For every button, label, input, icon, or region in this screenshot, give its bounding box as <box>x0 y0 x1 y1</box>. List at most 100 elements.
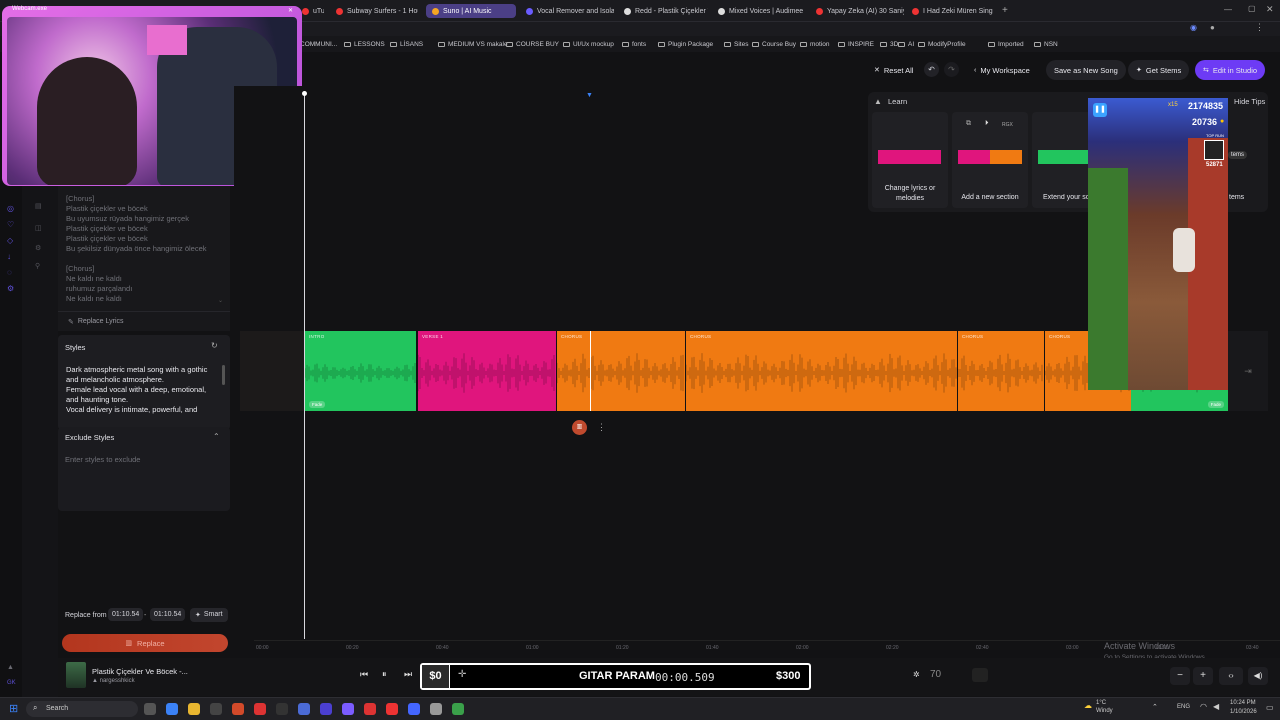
premiere-icon[interactable] <box>320 703 332 715</box>
clock-time[interactable]: 10:24 PM <box>1230 700 1256 706</box>
close-window-icon[interactable]: ✕ <box>1266 4 1274 15</box>
browser-tab[interactable]: Subway Surfers - 1 Hour G <box>330 4 418 18</box>
bookmark-item[interactable]: AI <box>898 36 914 52</box>
taskbar-search[interactable]: ⌕ Search <box>26 701 138 717</box>
replace-lyrics-button[interactable]: ✎ Replace Lyrics <box>58 311 230 331</box>
settings-dial-icon[interactable]: ✲ <box>913 670 920 679</box>
replace-mode-select[interactable]: ✦ Smart <box>190 608 228 622</box>
fade-tag[interactable]: Fade <box>309 401 326 408</box>
pin-tool-icon[interactable]: ⚲ <box>35 262 40 270</box>
aftereffects-icon[interactable] <box>342 703 354 715</box>
tray-chevron-icon[interactable]: ⌃ <box>1152 703 1158 711</box>
maximize-icon[interactable]: ▢ <box>1248 4 1256 13</box>
styles-scrollbar[interactable] <box>222 365 225 385</box>
redo-icon[interactable]: ↷ <box>944 62 959 77</box>
browser-tab[interactable]: Suno | AI Music <box>426 4 516 18</box>
tip-card-lyrics[interactable]: Change lyrics or melodies <box>872 112 948 208</box>
replace-button[interactable]: ▥ Replace <box>62 634 228 652</box>
app-icon[interactable] <box>430 703 442 715</box>
bookmark-item[interactable]: LESSONS <box>344 36 385 52</box>
menu-icon[interactable]: ⋮ <box>1255 22 1264 33</box>
browser-tab[interactable]: I Had Zeki Müren Sing <box>906 4 998 18</box>
bookmark-item[interactable]: COMMUNI... <box>300 36 337 52</box>
weather-icon[interactable]: ☁ <box>1084 701 1092 710</box>
settings-icon[interactable]: ⚙ <box>7 284 14 293</box>
zoom-out-icon[interactable]: − <box>1170 667 1190 685</box>
profile-icon[interactable]: ● <box>1210 23 1215 32</box>
language-indicator[interactable]: ENG <box>1177 704 1190 710</box>
start-icon[interactable]: ⊞ <box>9 702 18 715</box>
chrome-icon[interactable] <box>210 703 222 715</box>
edit-in-studio-button[interactable]: ⇆ Edit in Studio <box>1195 60 1266 80</box>
song-cover[interactable] <box>66 662 86 688</box>
download-icon[interactable]: ↓ <box>7 252 11 261</box>
bookmark-item[interactable]: motion <box>800 36 830 52</box>
notification-icon[interactable]: ▭ <box>1266 703 1274 712</box>
opera-icon[interactable] <box>364 703 376 715</box>
edit-tool-icon[interactable]: ▤ <box>35 202 42 210</box>
bookmark-item[interactable]: UI/Ux mockup <box>563 36 614 52</box>
refresh-icon[interactable]: ↻ <box>211 341 218 350</box>
bookmark-item[interactable]: MEDIUM VS makale <box>438 36 508 52</box>
edge-icon[interactable] <box>166 703 178 715</box>
explorer-icon[interactable] <box>188 703 200 715</box>
bell-icon[interactable]: ▲ <box>7 664 14 671</box>
bookmark-item[interactable]: Sites <box>724 36 748 52</box>
get-stems-button[interactable]: ✦ Get Stems <box>1128 60 1190 80</box>
next-icon[interactable]: ⏭ <box>404 669 412 680</box>
discord-icon[interactable] <box>298 703 310 715</box>
heart-icon[interactable]: ♡ <box>7 220 14 229</box>
timeline-clip[interactable]: CHORUS <box>686 331 957 411</box>
learn-label[interactable]: Learn <box>888 97 907 106</box>
volume-icon[interactable]: ◀ <box>1213 702 1219 711</box>
song-title[interactable]: Plastik Çiçekler Ve Böcek -... <box>92 667 188 676</box>
user-badge-icon[interactable]: GK <box>7 680 16 686</box>
previous-icon[interactable]: ⏮ <box>360 669 368 680</box>
fit-width-icon[interactable]: ‹› <box>1219 667 1243 685</box>
chat-icon[interactable]: ◌ <box>7 268 12 277</box>
bookmark-item[interactable]: Course Buy <box>752 36 796 52</box>
my-workspace-button[interactable]: ‹ My Workspace <box>966 60 1038 80</box>
bookmark-item[interactable]: INSPIRE <box>838 36 874 52</box>
app-icon[interactable] <box>408 703 420 715</box>
replace-start-input[interactable]: 01:10.54 <box>108 608 144 621</box>
browser-tab[interactable]: Mixed Voices | Audimee <box>712 4 804 18</box>
tip-card-section[interactable]: ⧉ ⏵ RGX Add a new section <box>952 112 1028 208</box>
bookmark-item[interactable]: LİSANS <box>390 36 423 52</box>
bookmark-item[interactable]: Imported <box>988 36 1024 52</box>
timeline-clip[interactable]: VERSE 1 <box>418 331 556 411</box>
undo-icon[interactable]: ↶ <box>924 62 939 77</box>
save-as-new-song-button[interactable]: Save as New Song <box>1046 60 1126 80</box>
bookmark-item[interactable]: fonts <box>622 36 646 52</box>
volume-value[interactable]: 70 <box>930 669 941 680</box>
app-icon[interactable] <box>254 703 266 715</box>
minimize-icon[interactable]: — <box>1224 5 1232 14</box>
app-icon[interactable] <box>386 703 398 715</box>
zoom-in-icon[interactable]: + <box>1193 667 1213 685</box>
fade-tag[interactable]: Fade <box>1207 401 1224 408</box>
replace-end-input[interactable]: 01:10.54 <box>150 608 186 621</box>
extension-icon[interactable]: ◉ <box>1190 23 1197 32</box>
timeline-clip[interactable]: CHORUS <box>958 331 1044 411</box>
bookmark-item[interactable]: Plugin Package <box>658 36 713 52</box>
styles-textarea[interactable]: Dark atmospheric metal song with a gothi… <box>62 359 222 415</box>
start-marker-dot[interactable] <box>302 91 307 96</box>
browser-tab[interactable]: Vocal Remover and Isolat <box>520 4 614 18</box>
app-icon[interactable] <box>452 703 464 715</box>
timeline-clip[interactable]: CHORUS <box>557 331 685 411</box>
exclude-styles-input[interactable]: Enter styles to exclude <box>65 455 140 464</box>
record-icon[interactable]: ▥ <box>572 420 587 435</box>
browser-tab[interactable]: Yapay Zeka (AI) 30 Saniye <box>810 4 904 18</box>
extend-arrow-icon[interactable]: ⇥ <box>1228 331 1268 411</box>
clock-date[interactable]: 1/10/2026 <box>1230 709 1257 715</box>
pause-icon[interactable]: ⏸ <box>382 669 387 680</box>
speaker-icon[interactable]: ◀) <box>1248 667 1268 685</box>
more-options-icon[interactable]: ⋮ <box>597 422 606 433</box>
bookmark-item[interactable]: 3D <box>880 36 898 52</box>
library-icon[interactable]: ◇ <box>7 236 13 245</box>
scroll-down-icon[interactable]: ⌄ <box>218 297 223 304</box>
home-icon[interactable]: ◎ <box>7 204 14 213</box>
new-tab-icon[interactable]: + <box>1002 5 1008 16</box>
widgets-icon[interactable] <box>144 703 156 715</box>
browser-tab[interactable]: Redd - Plastik Çiçekler Ve <box>618 4 708 18</box>
